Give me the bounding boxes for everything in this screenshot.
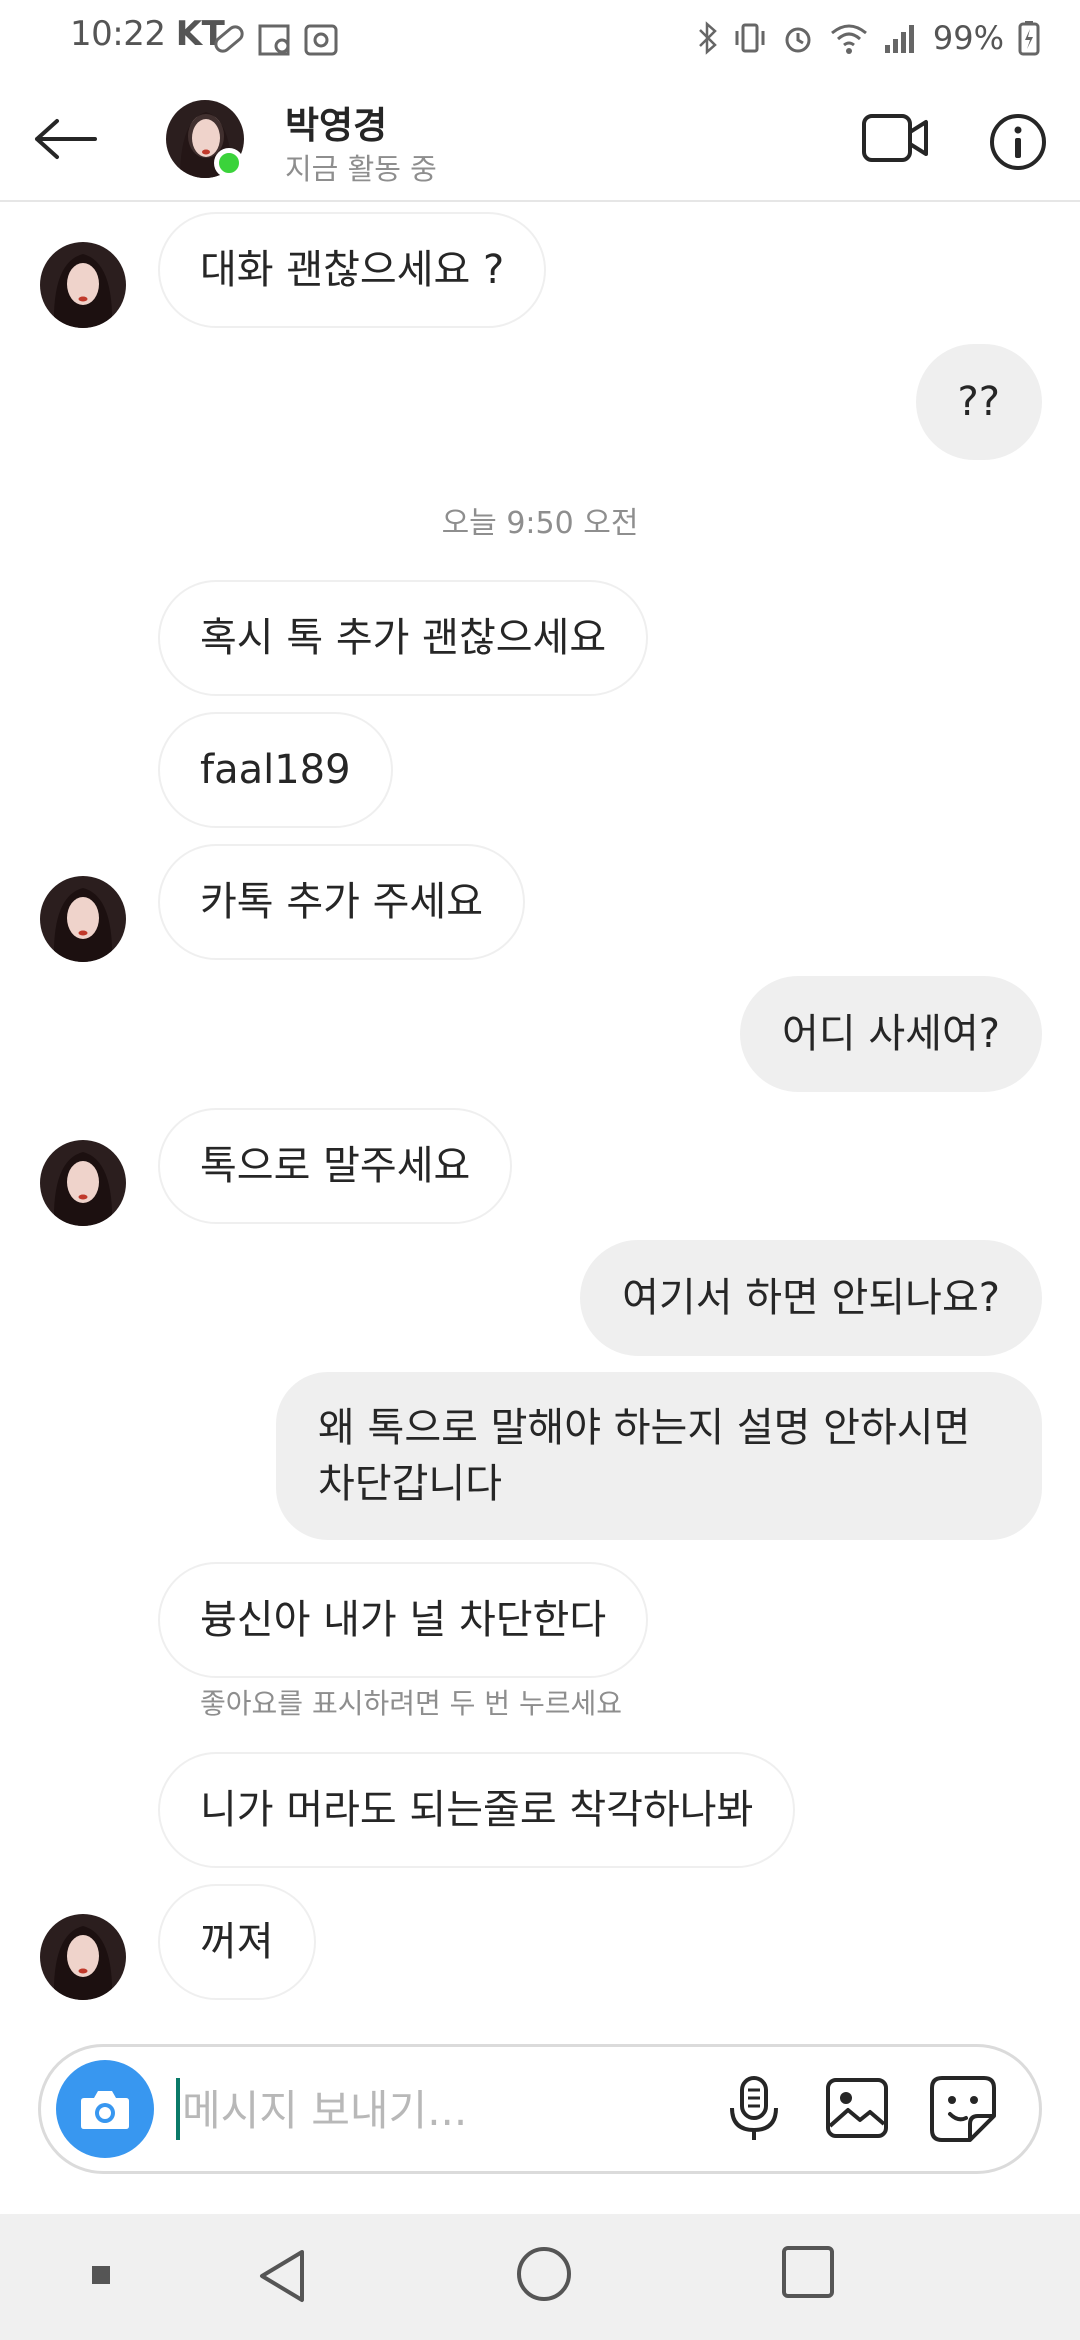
nav-home-button[interactable] [514, 2244, 574, 2304]
message-outgoing[interactable]: 왜 톡으로 말해야 하는지 설명 안하시면 차단갑니다 [276, 1372, 1042, 1540]
profile-photo [40, 242, 126, 328]
signal-icon [884, 25, 914, 53]
message-incoming[interactable]: 븅신아 내가 널 차단한다 [158, 1562, 649, 1678]
nav-recents-button[interactable] [780, 2244, 836, 2300]
pill-icon [214, 25, 244, 53]
message-incoming[interactable]: 카톡 추가 주세요 [158, 844, 526, 960]
screenshot-icon [304, 24, 338, 56]
gallery-icon [826, 2078, 888, 2138]
message-incoming[interactable]: 혹시 톡 추가 괜찮으세요 [158, 580, 649, 696]
status-clock: 10:22 [70, 14, 166, 54]
sender-avatar[interactable] [40, 876, 126, 962]
message-incoming[interactable]: 니가 머라도 되는줄로 착각하나봐 [158, 1752, 796, 1868]
camera-icon [81, 2091, 129, 2129]
chart-search-icon [258, 24, 290, 56]
info-button[interactable] [988, 112, 1048, 172]
online-indicator [214, 148, 244, 178]
vibrate-icon [735, 23, 765, 53]
nav-dot-icon[interactable] [92, 2266, 110, 2284]
bluetooth-icon [698, 21, 717, 55]
nav-recents-icon [782, 2246, 834, 2298]
sender-avatar[interactable] [40, 1140, 126, 1226]
battery-charging-icon [1018, 21, 1040, 56]
alarm-icon [785, 27, 811, 53]
sticker-button[interactable] [928, 2074, 998, 2144]
message-outgoing[interactable]: ?? [915, 344, 1042, 460]
profile-photo [40, 876, 126, 962]
message-outgoing[interactable]: 어디 사세여? [740, 976, 1042, 1092]
message-outgoing[interactable]: 여기서 하면 안되나요? [580, 1240, 1042, 1356]
info-icon [990, 114, 1046, 170]
gallery-button[interactable] [824, 2076, 890, 2140]
contact-name[interactable]: 박영경 [285, 95, 387, 149]
message-incoming[interactable]: 톡으로 말주세요 [158, 1108, 513, 1224]
microphone-icon [730, 2076, 778, 2140]
sticker-icon [930, 2076, 996, 2142]
message-incoming[interactable]: 꺼져 [158, 1884, 316, 2000]
status-right: 99% [697, 18, 1040, 58]
message-incoming[interactable]: 대화 괜찮으세요 ? [158, 212, 547, 328]
back-arrow-icon [35, 119, 97, 159]
voice-message-button[interactable] [722, 2074, 786, 2144]
wifi-icon [830, 24, 867, 54]
message-timestamp: 오늘 9:50 오전 [441, 506, 639, 541]
message-input[interactable] [180, 2074, 704, 2146]
back-button[interactable] [26, 104, 106, 174]
video-call-button[interactable] [860, 108, 932, 168]
battery-percent: 99% [932, 19, 1004, 57]
nav-back-icon [260, 2250, 304, 2302]
sender-avatar[interactable] [40, 242, 126, 328]
header-divider [0, 200, 1080, 202]
status-time: 10:22 KT [70, 14, 225, 54]
video-call-icon [862, 114, 928, 162]
camera-button[interactable] [56, 2060, 154, 2158]
profile-photo [40, 1914, 126, 2000]
status-notification-icons [214, 24, 338, 56]
message-incoming[interactable]: faal189 [158, 712, 393, 828]
double-tap-like-hint: 좋아요를 표시하려면 두 번 누르세요 [200, 1687, 623, 1720]
nav-home-icon [517, 2247, 571, 2301]
sender-avatar[interactable] [40, 1914, 126, 2000]
nav-back-button[interactable] [252, 2244, 316, 2308]
profile-photo [40, 1140, 126, 1226]
contact-activity-status: 지금 활동 중 [285, 152, 437, 186]
